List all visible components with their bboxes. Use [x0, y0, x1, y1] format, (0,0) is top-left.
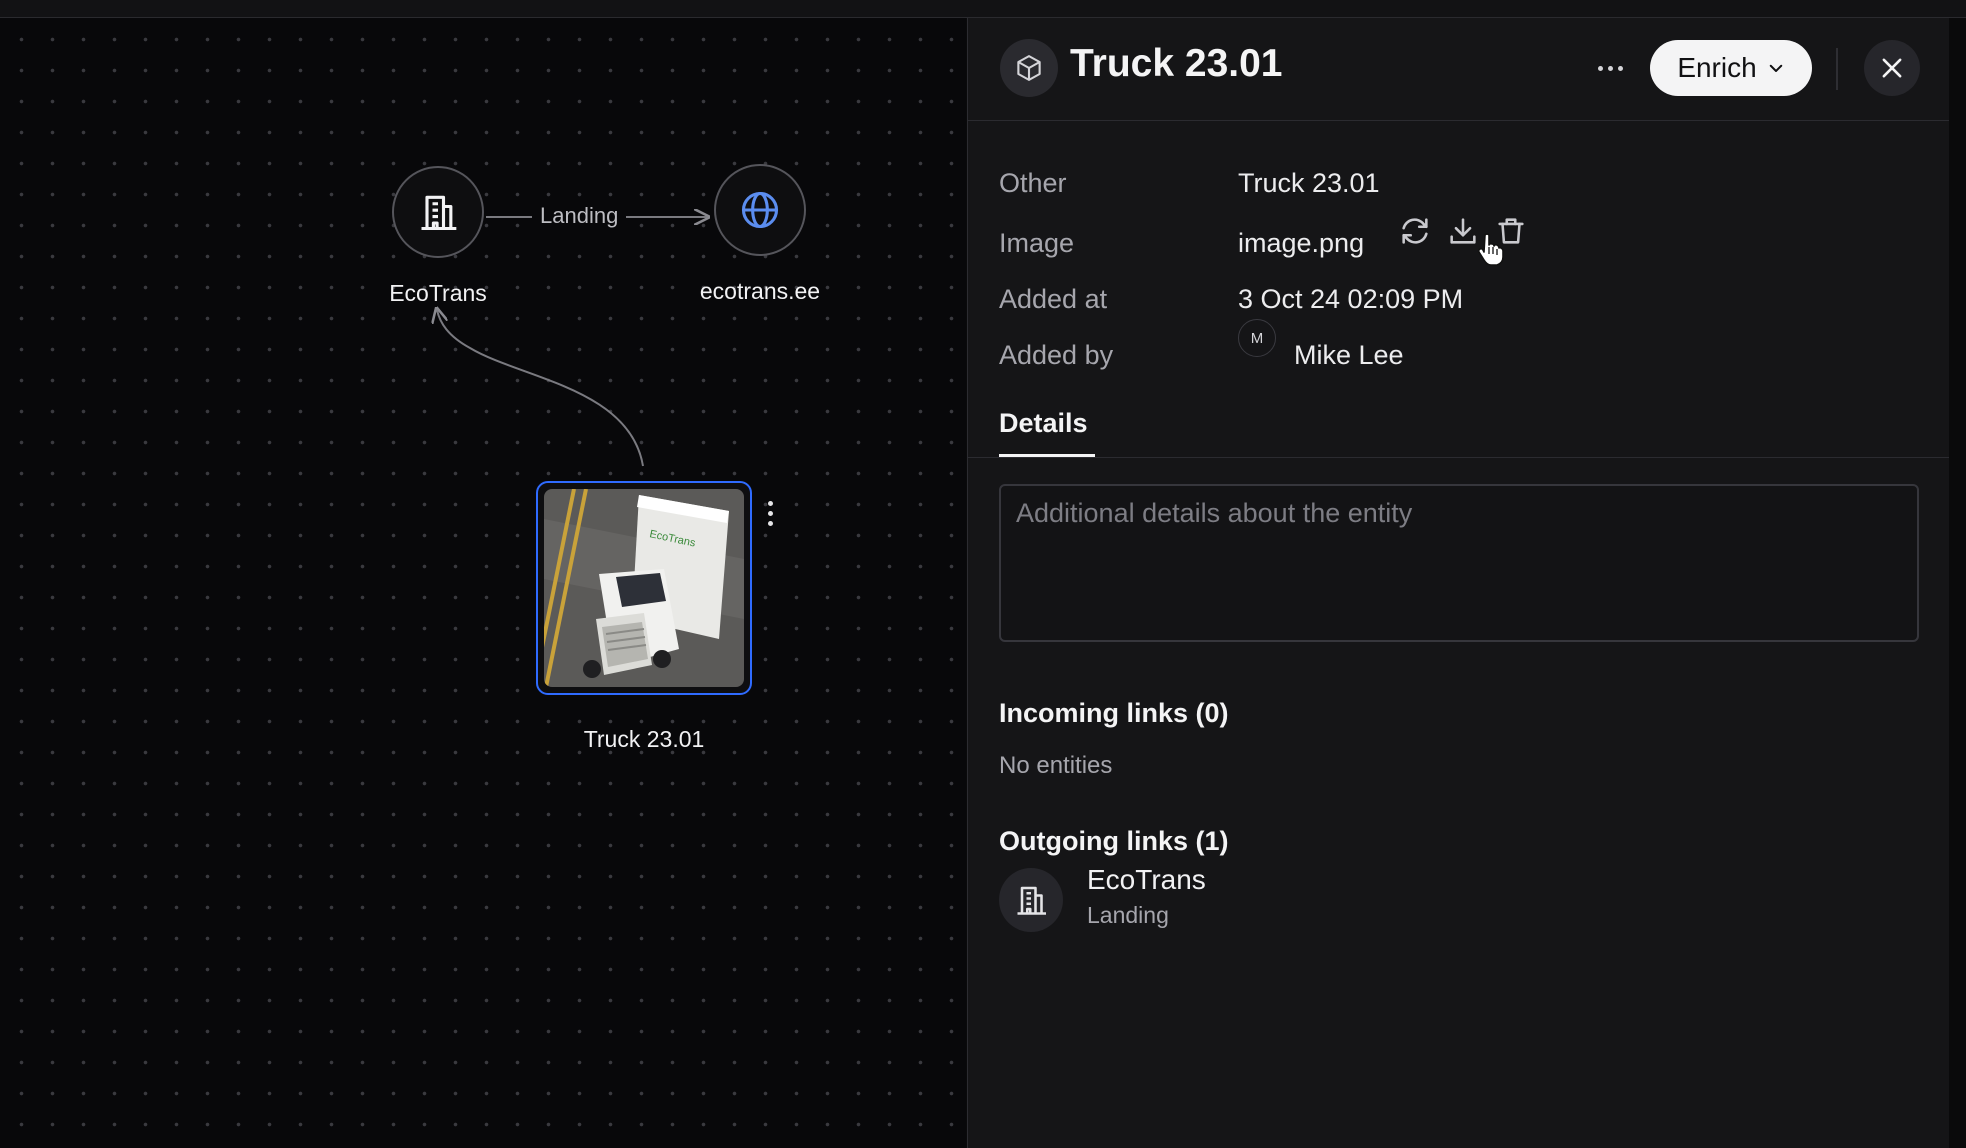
truck-image: EcoTrans [544, 489, 744, 687]
incoming-links-title: Incoming links (0) [999, 698, 1229, 728]
prop-value-added-at: 3 Oct 24 02:09 PM [1238, 284, 1464, 314]
prop-label-added-at: Added at [999, 284, 1108, 314]
top-bar [0, 0, 1966, 18]
building-icon [999, 868, 1063, 932]
prop-value-other: Truck 23.01 [1238, 168, 1380, 198]
outgoing-link-name: EcoTrans [1087, 864, 1206, 895]
avatar: M [1238, 319, 1276, 357]
outgoing-link-relation: Landing [1087, 902, 1169, 928]
chevron-down-icon [1769, 64, 1782, 72]
node-truck-23-01[interactable]: EcoTrans [536, 481, 752, 695]
tab-details[interactable]: Details [999, 408, 1088, 439]
node-menu-icon[interactable] [768, 501, 773, 526]
prop-label-image: Image [999, 228, 1075, 258]
edge-label-landing: Landing [532, 203, 627, 229]
node-label-ecotrans-ee: ecotrans.ee [699, 278, 821, 304]
graph-canvas[interactable]: Landing EcoTrans ecotrans.ee EcoTrans Tr… [0, 18, 966, 1148]
node-ecotrans-ee[interactable] [714, 164, 806, 256]
node-label-ecotrans: EcoTrans [389, 280, 487, 306]
replace-icon[interactable] [1398, 214, 1432, 248]
outgoing-link-item[interactable]: EcoTrans Landing [999, 864, 1499, 934]
globe-icon [741, 191, 779, 229]
prop-value-added-by: Mike Lee [1294, 340, 1404, 370]
building-icon [421, 195, 457, 231]
download-icon[interactable] [1446, 214, 1480, 248]
more-options-button[interactable] [1588, 46, 1632, 90]
details-input[interactable] [999, 484, 1919, 642]
image-actions [1398, 214, 1528, 248]
close-button[interactable] [1864, 40, 1920, 96]
prop-label-added-by: Added by [999, 340, 1114, 370]
header-divider [1836, 48, 1838, 90]
node-label-truck: Truck 23.01 [583, 726, 705, 752]
panel-title: Truck 23.01 [1070, 42, 1283, 85]
panel-header: Truck 23.01 Enrich [968, 18, 1950, 121]
graph-edges [0, 18, 966, 467]
cube-icon [1000, 39, 1058, 97]
incoming-empty-text: No entities [999, 752, 1113, 779]
enrich-button[interactable]: Enrich [1650, 40, 1812, 96]
enrich-label: Enrich [1677, 52, 1757, 83]
prop-label-other: Other [999, 168, 1067, 198]
node-ecotrans[interactable] [392, 166, 484, 258]
entity-panel: Truck 23.01 Enrich Other Truck 23.01 Ima… [967, 18, 1950, 1148]
outgoing-links-title: Outgoing links (1) [999, 826, 1229, 856]
hand-cursor-icon [1477, 233, 1504, 266]
edge-truck-to-ecotrans [437, 310, 644, 467]
panel-edge [1949, 18, 1966, 1148]
close-icon [1882, 58, 1902, 78]
tab-divider [968, 457, 1950, 458]
prop-value-image[interactable]: image.png [1238, 228, 1364, 259]
